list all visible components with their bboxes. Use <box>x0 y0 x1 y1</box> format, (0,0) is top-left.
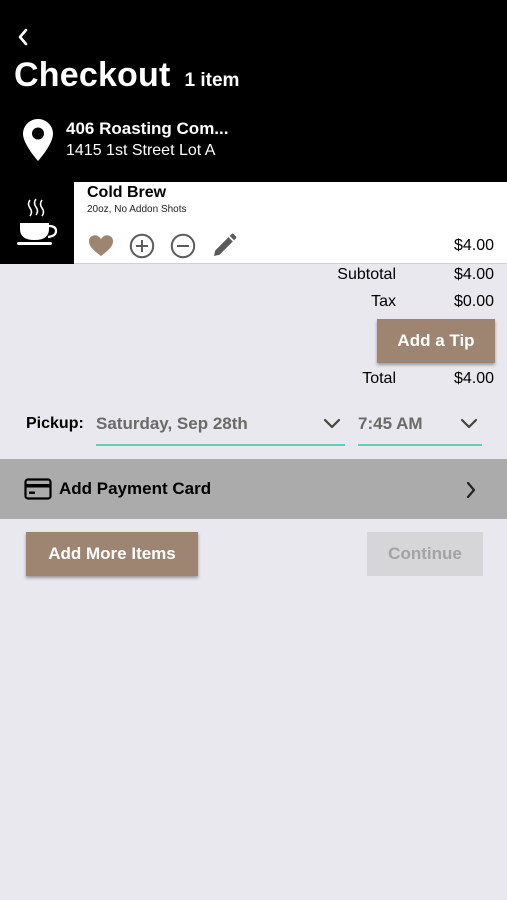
chevron-left-icon <box>18 28 28 46</box>
continue-button[interactable]: Continue <box>367 532 483 576</box>
store-name: 406 Roasting Com... <box>66 119 229 138</box>
minus-circle-icon <box>170 233 196 259</box>
total-value: $4.00 <box>453 370 494 387</box>
add-payment-card-row[interactable]: Add Payment Card <box>0 459 507 519</box>
item-thumbnail <box>0 182 74 264</box>
subtotal-value: $4.00 <box>453 266 494 283</box>
store-info: 406 Roasting Com... 1415 1st Street Lot … <box>66 118 228 162</box>
chevron-right-icon <box>466 481 476 499</box>
pickup-label: Pickup: <box>26 415 84 432</box>
checkout-header: Checkout 1 item 406 Roasting Com... 1415… <box>0 0 507 182</box>
store-address: 1415 1st Street Lot A <box>66 142 216 159</box>
payment-label: Add Payment Card <box>59 479 212 498</box>
chevron-down-icon <box>323 418 341 429</box>
coffee-cup-icon <box>17 198 58 245</box>
tax-value: $0.00 <box>453 293 494 310</box>
item-name: Cold Brew <box>87 184 167 201</box>
pickup-date-value: Saturday, Sep 28th <box>96 414 248 433</box>
pickup-time-value: 7:45 AM <box>358 414 423 433</box>
pencil-icon <box>214 233 237 256</box>
store-location[interactable]: 406 Roasting Com... 1415 1st Street Lot … <box>22 118 228 162</box>
decrease-quantity-button[interactable] <box>168 232 198 260</box>
tax-label: Tax <box>371 293 396 310</box>
back-button[interactable] <box>12 24 34 50</box>
item-price: $4.00 <box>453 237 494 254</box>
cart-item: Cold Brew 20oz, No Addon Shots $4.00 <box>0 182 507 264</box>
add-more-items-button[interactable]: Add More Items <box>26 532 198 576</box>
item-actions <box>86 232 250 260</box>
total-label: Total <box>362 370 396 387</box>
item-options: 20oz, No Addon Shots <box>87 204 187 215</box>
subtotal-label: Subtotal <box>337 266 396 283</box>
increase-quantity-button[interactable] <box>127 232 157 260</box>
pickup-time-dropdown[interactable]: 7:45 AM <box>358 406 482 446</box>
item-count: 1 item <box>184 70 240 91</box>
title-row: Checkout 1 item <box>14 56 239 95</box>
pickup-date-dropdown[interactable]: Saturday, Sep 28th <box>96 406 345 446</box>
chevron-down-icon <box>460 418 478 429</box>
pickup-selector: Pickup: Saturday, Sep 28th 7:45 AM <box>0 400 507 448</box>
plus-circle-icon <box>129 233 155 259</box>
favorite-button[interactable] <box>86 232 116 260</box>
add-tip-button[interactable]: Add a Tip <box>377 319 495 363</box>
edit-item-button[interactable] <box>209 232 239 260</box>
heart-icon <box>89 235 113 256</box>
credit-card-icon <box>24 478 52 500</box>
page-title: Checkout <box>14 56 171 94</box>
map-pin-icon <box>23 119 53 161</box>
